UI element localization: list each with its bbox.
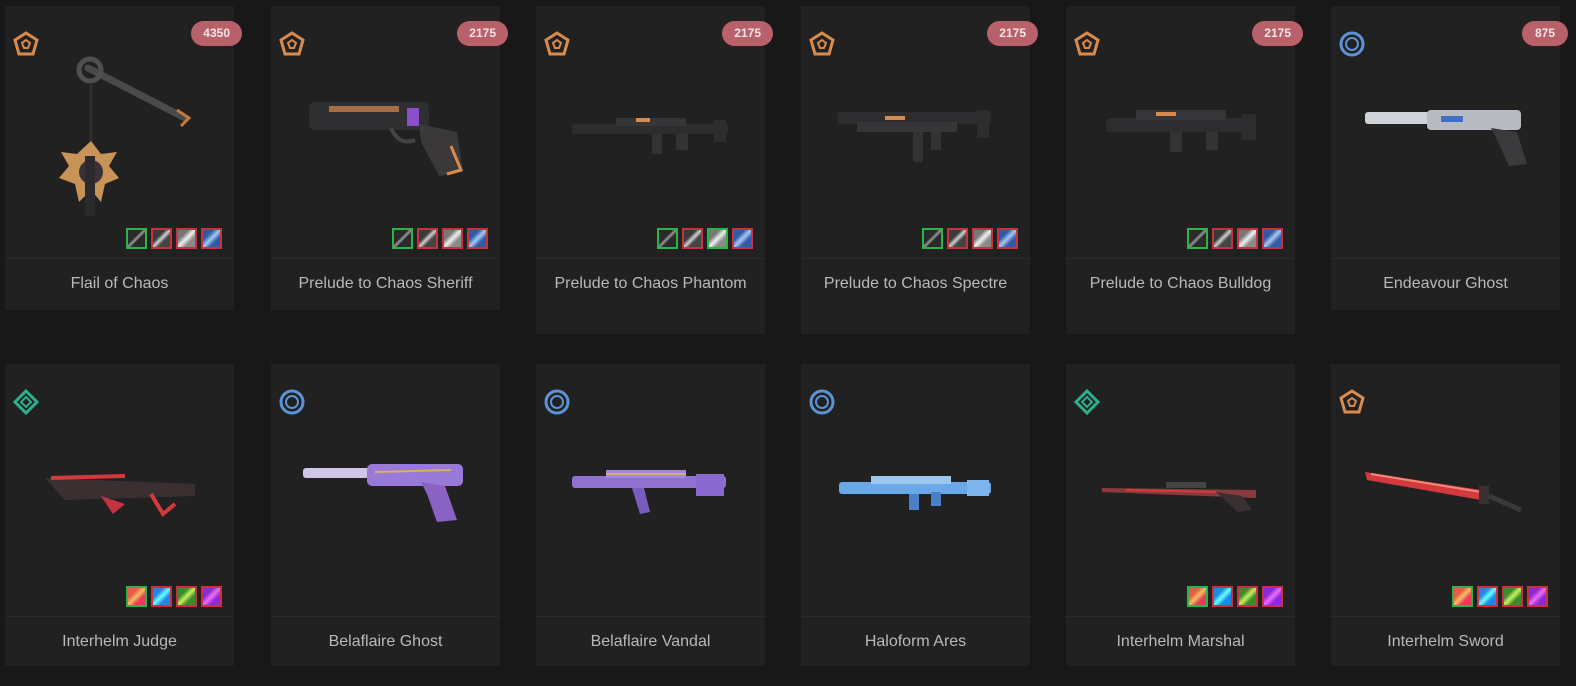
- price-badge: 4350: [191, 21, 242, 46]
- chroma-swatch[interactable]: [201, 586, 222, 607]
- select-tier-icon: [808, 388, 836, 416]
- chroma-swatch[interactable]: [732, 228, 753, 249]
- skin-name: Prelude to Chaos Bulldog: [1089, 275, 1272, 292]
- chroma-swatch[interactable]: [176, 586, 197, 607]
- select-tier-icon: [543, 388, 571, 416]
- divider: [271, 616, 500, 617]
- premium-tier-icon: [278, 30, 306, 58]
- skin-name: Interhelm Marshal: [1116, 633, 1245, 650]
- chroma-swatches: [126, 228, 222, 249]
- skin-card[interactable]: 2175 Prelude to Chaos Sheriff: [271, 6, 508, 310]
- skin-card[interactable]: Interhelm Judge: [5, 364, 234, 666]
- chroma-swatch[interactable]: [1477, 586, 1498, 607]
- select-tier-icon: [1338, 30, 1366, 58]
- skin-card[interactable]: 4350 Flail of Chaos: [5, 6, 242, 310]
- chroma-swatch[interactable]: [1452, 586, 1473, 607]
- chroma-swatch[interactable]: [1502, 586, 1523, 607]
- premium-tier-icon: [1338, 388, 1366, 416]
- skin-name: Interhelm Judge: [62, 633, 177, 650]
- chroma-swatch[interactable]: [1212, 228, 1233, 249]
- price-badge: 2175: [987, 21, 1038, 46]
- chroma-swatch[interactable]: [922, 228, 943, 249]
- chroma-swatches: [126, 586, 222, 607]
- skin-name: Flail of Chaos: [70, 275, 169, 292]
- skin-name: Endeavour Ghost: [1383, 275, 1508, 292]
- select-tier-icon: [278, 388, 306, 416]
- chroma-swatch[interactable]: [417, 228, 438, 249]
- skin-card[interactable]: Haloform Ares: [801, 364, 1030, 666]
- chroma-swatch[interactable]: [201, 228, 222, 249]
- divider: [1331, 258, 1560, 259]
- divider: [801, 616, 1030, 617]
- skin-card[interactable]: 2175 Prelude to Chaos Phantom: [536, 6, 773, 334]
- chroma-swatches: [392, 228, 488, 249]
- premium-tier-icon: [808, 30, 836, 58]
- divider: [536, 616, 765, 617]
- chroma-swatches: [922, 228, 1018, 249]
- chroma-swatch[interactable]: [126, 228, 147, 249]
- chroma-swatch[interactable]: [1212, 586, 1233, 607]
- chroma-swatch[interactable]: [151, 228, 172, 249]
- skin-name: Interhelm Sword: [1387, 633, 1504, 650]
- skin-card[interactable]: 2175 Prelude to Chaos Spectre: [801, 6, 1038, 334]
- chroma-swatches: [1452, 586, 1548, 607]
- skin-name: Belaflaire Ghost: [328, 633, 443, 650]
- deluxe-tier-icon: [12, 388, 40, 416]
- skin-card[interactable]: 875 Endeavour Ghost: [1331, 6, 1568, 310]
- chroma-swatch[interactable]: [1237, 586, 1258, 607]
- deluxe-tier-icon: [1073, 388, 1101, 416]
- chroma-swatch[interactable]: [126, 586, 147, 607]
- skin-name: Prelude to Chaos Spectre: [823, 275, 1008, 292]
- chroma-swatch[interactable]: [1237, 228, 1258, 249]
- skin-card[interactable]: Belaflaire Vandal: [536, 364, 765, 666]
- skin-card[interactable]: Interhelm Sword: [1331, 364, 1560, 666]
- chroma-swatch[interactable]: [176, 228, 197, 249]
- skin-card[interactable]: Belaflaire Ghost: [271, 364, 500, 666]
- skin-name: Prelude to Chaos Sheriff: [298, 275, 473, 292]
- price-badge: 2175: [722, 21, 773, 46]
- skin-card[interactable]: Interhelm Marshal: [1066, 364, 1295, 666]
- chroma-swatch[interactable]: [707, 228, 728, 249]
- divider: [271, 258, 500, 259]
- price-badge: 875: [1522, 21, 1568, 46]
- divider: [1066, 258, 1295, 259]
- premium-tier-icon: [1073, 30, 1101, 58]
- chroma-swatch[interactable]: [972, 228, 993, 249]
- skin-name: Prelude to Chaos Phantom: [554, 275, 747, 292]
- chroma-swatch[interactable]: [1527, 586, 1548, 607]
- price-badge: 2175: [1252, 21, 1303, 46]
- chroma-swatch[interactable]: [997, 228, 1018, 249]
- divider: [5, 616, 234, 617]
- divider: [1066, 616, 1295, 617]
- chroma-swatches: [1187, 586, 1283, 607]
- chroma-swatch[interactable]: [657, 228, 678, 249]
- divider: [536, 258, 765, 259]
- chroma-swatch[interactable]: [1262, 586, 1283, 607]
- chroma-swatch[interactable]: [1187, 228, 1208, 249]
- divider: [5, 258, 234, 259]
- chroma-swatches: [657, 228, 753, 249]
- premium-tier-icon: [12, 30, 40, 58]
- chroma-swatch[interactable]: [1187, 586, 1208, 607]
- chroma-swatches: [1187, 228, 1283, 249]
- skin-card[interactable]: 2175 Prelude to Chaos Bulldog: [1066, 6, 1303, 334]
- skin-name: Haloform Ares: [864, 633, 967, 650]
- chroma-swatch[interactable]: [442, 228, 463, 249]
- skin-name: Belaflaire Vandal: [590, 633, 711, 650]
- chroma-swatch[interactable]: [947, 228, 968, 249]
- chroma-swatch[interactable]: [682, 228, 703, 249]
- chroma-swatch[interactable]: [151, 586, 172, 607]
- price-badge: 2175: [457, 21, 508, 46]
- chroma-swatch[interactable]: [392, 228, 413, 249]
- chroma-swatch[interactable]: [1262, 228, 1283, 249]
- divider: [1331, 616, 1560, 617]
- premium-tier-icon: [543, 30, 571, 58]
- divider: [801, 258, 1030, 259]
- chroma-swatch[interactable]: [467, 228, 488, 249]
